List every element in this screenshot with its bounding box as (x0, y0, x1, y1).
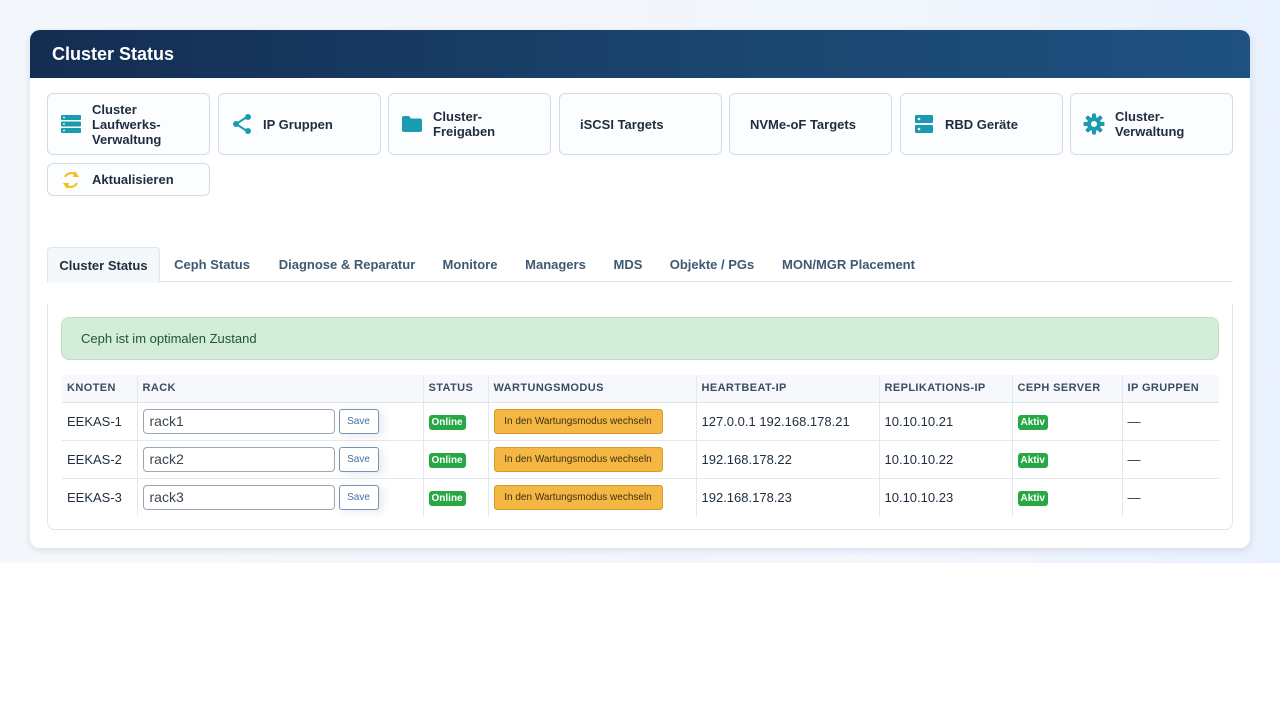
column-header-ceph-server: CEPH SERVER (1011, 375, 1122, 403)
health-alert: Ceph ist im optimalen Zustand (61, 317, 1219, 360)
ip-groups: — (1121, 402, 1219, 441)
maintenance-mode-button[interactable]: In den Wartungsmodus wechseln (493, 484, 663, 510)
ceph-server-cell: Aktiv (1011, 402, 1122, 441)
column-header-node: KNOTEN (62, 375, 137, 403)
ceph-server-badge: Aktiv (1017, 490, 1048, 506)
refresh-icon (60, 169, 82, 191)
ceph-server-cell: Aktiv (1011, 478, 1122, 516)
ceph-server-badge: Aktiv (1017, 452, 1048, 468)
column-header-maintenance: WARTUNGSMODUS (487, 375, 696, 403)
tile-cluster-management[interactable]: Cluster-Verwaltung (1070, 93, 1233, 155)
column-header-rack: RACK (136, 375, 423, 403)
tile-label: iSCSI Targets (580, 116, 664, 132)
tile-label: Cluster-Freigaben (433, 109, 496, 139)
table-row: EEKAS-1 Save Online In den Wartungsmodus… (62, 402, 1219, 441)
table-row: EEKAS-2 Save Online In den Wartungsmodus… (62, 440, 1219, 479)
maintenance-mode-button[interactable]: In den Wartungsmodus wechseln (493, 408, 663, 434)
maintenance-cell: In den Wartungsmodus wechseln (487, 440, 696, 479)
folder-icon (401, 113, 423, 135)
page-title: Cluster Status (52, 43, 175, 64)
tile-nvmeof-targets[interactable]: NVMe-oF Targets (729, 93, 892, 155)
column-header-replication-ip: REPLIKATIONS-IP (878, 375, 1012, 403)
table-header-row: KNOTEN RACK STATUS WARTUNGSMODUS HEARTBE… (62, 375, 1219, 403)
tab-mon-mgr-placement[interactable]: MON/MGR Placement (772, 247, 925, 282)
tile-label: IP Gruppen (263, 116, 333, 132)
maintenance-cell: In den Wartungsmodus wechseln (487, 402, 696, 441)
tile-ip-groups[interactable]: IP Gruppen (218, 93, 381, 155)
tile-iscsi-targets[interactable]: iSCSI Targets (559, 93, 722, 155)
replication-ip: 10.10.10.23 (878, 478, 1012, 516)
status-cell: Online (422, 440, 488, 479)
tab-mds[interactable]: MDS (604, 247, 652, 282)
table-row: EEKAS-3 Save Online In den Wartungsmodus… (62, 478, 1219, 516)
tile-cluster-drive-management[interactable]: Cluster Laufwerks-Verwaltung (47, 93, 210, 155)
tab-panel: Ceph ist im optimalen Zustand KNOTEN RAC… (47, 304, 1233, 530)
hdd-icon (913, 113, 935, 135)
status-badge: Online (428, 490, 466, 506)
share-icon (231, 113, 253, 135)
node-name: EEKAS-2 (62, 440, 137, 479)
status-badge: Online (428, 452, 466, 468)
replication-ip: 10.10.10.21 (878, 402, 1012, 441)
status-cell: Online (422, 402, 488, 441)
save-button[interactable]: Save (338, 408, 379, 434)
node-name: EEKAS-3 (67, 489, 122, 505)
column-header-heartbeat-ip: HEARTBEAT-IP (695, 375, 879, 403)
column-header-ip-groups: IP GRUPPEN (1121, 375, 1219, 403)
column-header-status: STATUS (422, 375, 488, 403)
tab-cluster-status[interactable]: Cluster Status (47, 247, 160, 283)
heartbeat-ip: 192.168.178.23 (695, 478, 879, 516)
maintenance-cell: In den Wartungsmodus wechseln (487, 478, 696, 516)
rack-input[interactable] (142, 484, 335, 510)
node-name: EEKAS-1 (62, 402, 137, 441)
replication-ip: 10.10.10.22 (878, 440, 1012, 479)
tile-label: Cluster-Verwaltung (1115, 109, 1185, 139)
rack-cell: Save (136, 402, 423, 441)
cluster-status-card: Cluster Status Cluster Laufwerks-Verwalt… (30, 30, 1250, 548)
card-header: Cluster Status (30, 30, 1250, 78)
tile-cluster-shares[interactable]: Cluster-Freigaben (388, 93, 551, 155)
tile-label: RBD Geräte (945, 116, 1018, 132)
rack-input[interactable] (142, 446, 335, 472)
tile-label: Cluster Laufwerks-Verwaltung (92, 101, 162, 147)
rack-input[interactable] (142, 408, 335, 434)
ceph-server-badge: Aktiv (1017, 414, 1048, 430)
tile-label: NVMe-oF Targets (750, 116, 856, 132)
status-badge: Online (428, 414, 466, 430)
ip-groups: — (1121, 478, 1219, 516)
save-button[interactable]: Save (338, 446, 379, 472)
tab-monitors[interactable]: Monitore (435, 247, 505, 282)
maintenance-mode-button[interactable]: In den Wartungsmodus wechseln (493, 446, 663, 472)
server-icon (60, 113, 82, 135)
rack-cell: Save (136, 478, 423, 516)
refresh-button[interactable]: Aktualisieren (47, 163, 210, 196)
save-button[interactable]: Save (338, 484, 379, 510)
tab-ceph-status[interactable]: Ceph Status (165, 247, 259, 282)
gear-icon (1083, 113, 1105, 135)
rack-cell: Save (136, 440, 423, 479)
heartbeat-ip: 127.0.0.1 192.168.178.21 (695, 402, 879, 441)
status-cell: Online (422, 478, 488, 516)
tab-objects-pgs[interactable]: Objekte / PGs (662, 247, 762, 282)
heartbeat-ip: 192.168.178.22 (695, 440, 879, 479)
tab-managers[interactable]: Managers (517, 247, 594, 282)
ip-groups: — (1121, 440, 1219, 479)
tile-label: Aktualisieren (92, 172, 174, 187)
node-table: KNOTEN RACK STATUS WARTUNGSMODUS HEARTBE… (62, 375, 1219, 516)
tab-bar: Cluster Status Ceph Status Diagnose & Re… (47, 247, 1233, 283)
ceph-server-cell: Aktiv (1011, 440, 1122, 479)
tile-rbd-devices[interactable]: RBD Geräte (900, 93, 1063, 155)
tab-diagnosis-repair[interactable]: Diagnose & Reparatur (269, 247, 425, 282)
